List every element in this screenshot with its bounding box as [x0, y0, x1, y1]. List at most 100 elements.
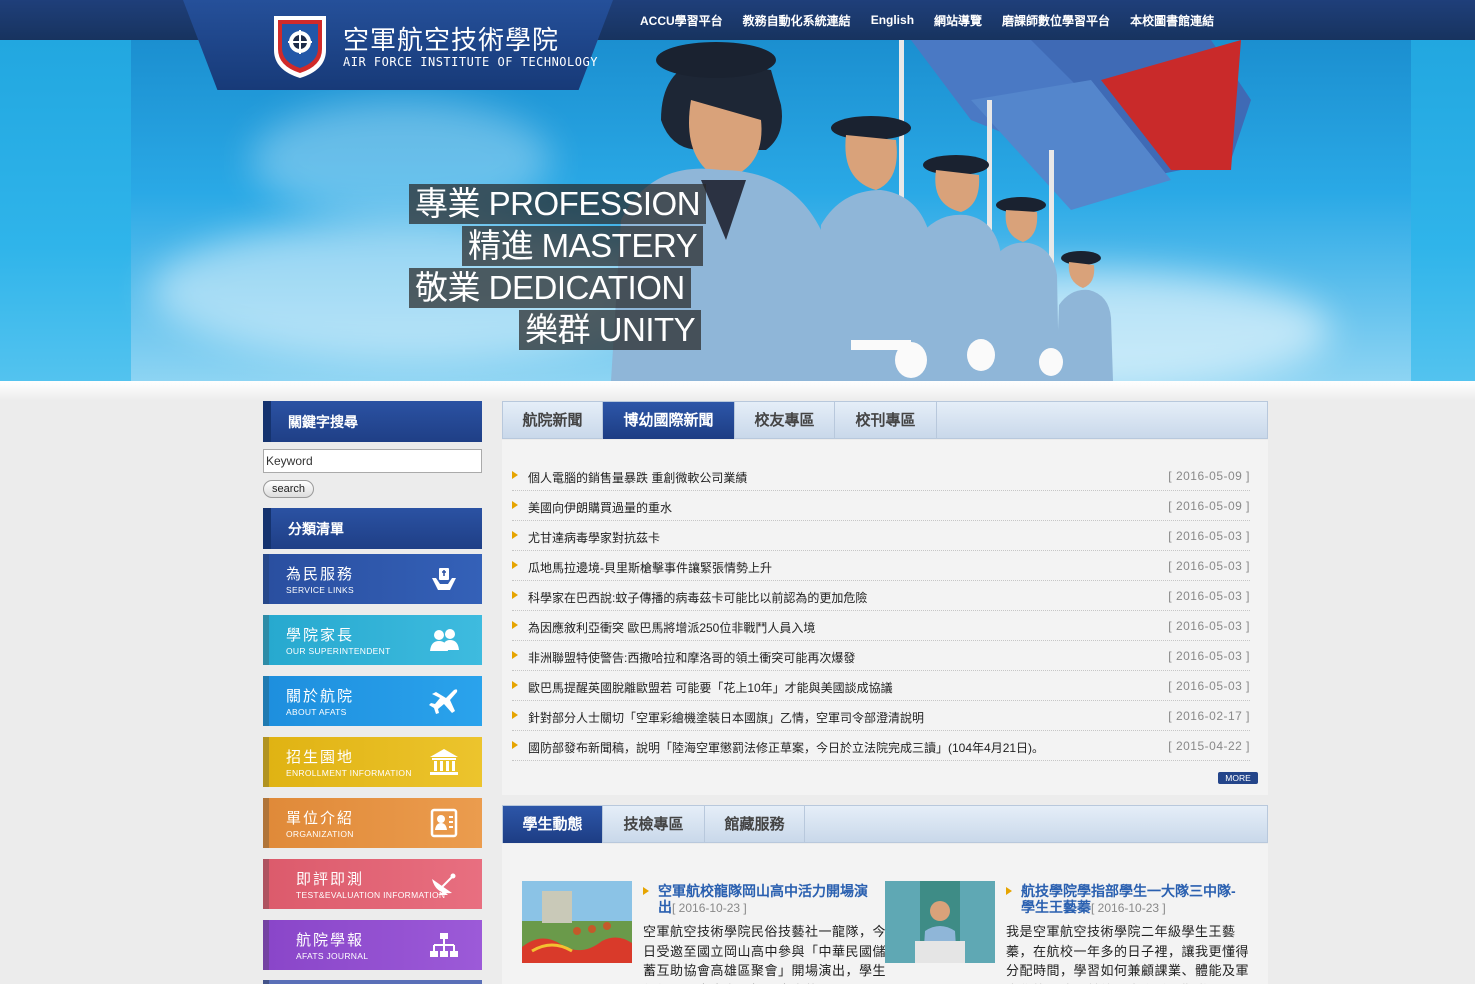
category-list-heading: 分類清單 [263, 508, 482, 549]
student-item-title[interactable]: 航技學院學指部學生一大隊三中隊-學生王藝蓁[ 2016-10-23 ] [1021, 883, 1236, 916]
news-item[interactable]: 國防部發布新聞稿，說明「陸海空軍懲罰法修正草案，今日於立法院完成三讀」(104年… [512, 731, 1250, 761]
category-label: 學院家長 [286, 627, 355, 644]
news-date: [ 2016-05-03 ] [1168, 619, 1250, 633]
category-afats-journal[interactable]: 航院學報 AFATS JOURNAL [263, 920, 482, 970]
slogan-profession: 專業 PROFESSION [409, 184, 707, 224]
satellite-dish-icon [432, 873, 456, 895]
news-item[interactable]: 為因應敘利亞衝突 歐巴馬將增派250位非戰鬥人員入境 [ 2016-05-03 ] [512, 611, 1250, 641]
news-item[interactable]: 美國向伊朗購買過量的重水 [ 2016-05-09 ] [512, 491, 1250, 521]
more-button[interactable]: MORE [1218, 772, 1258, 784]
news-item[interactable]: 科學家在巴西說:蚊子傳播的病毒茲卡可能比以前認為的更加危險 [ 2016-05-0… [512, 581, 1250, 611]
category-label: 關於航院 [286, 688, 355, 705]
news-title[interactable]: 尤甘達病毒學家對抗茲卡 [528, 529, 660, 546]
news-title[interactable]: 美國向伊朗購買過量的重水 [528, 499, 672, 516]
slogan-mastery: 精進 MASTERY [462, 226, 704, 266]
bullet-arrow-icon [512, 711, 518, 719]
news-item[interactable]: 非洲聯盟特使警告:西撒哈拉和摩洛哥的領土衝突可能再次爆發 [ 2016-05-03… [512, 641, 1250, 671]
airplane-icon [429, 689, 458, 714]
category-service-links[interactable]: 為民服務 SERVICE LINKS [263, 554, 482, 604]
bullet-arrow-icon [512, 621, 518, 629]
news-item[interactable]: 歐巴馬提醒英國脫離歐盟若 可能要「花上10年」才能與美國談成協議 [ 2016-0… [512, 671, 1250, 701]
tab-skill-test[interactable]: 技檢專區 [603, 806, 705, 843]
news-date: [ 2016-05-09 ] [1168, 469, 1250, 483]
category-superintendent[interactable]: 學院家長 OUR SUPERINTENDENT [263, 615, 482, 665]
keyword-input[interactable] [263, 449, 482, 473]
student-item-date: [ 2016-10-23 ] [1091, 901, 1166, 915]
category-organization[interactable]: 單位介紹 ORGANIZATION [263, 798, 482, 848]
news-date: [ 2016-05-03 ] [1168, 529, 1250, 543]
air-force-emblem-icon[interactable] [270, 12, 330, 80]
news-date: [ 2015-04-22 ] [1168, 739, 1250, 753]
bullet-arrow-icon [512, 591, 518, 599]
news-date: [ 2016-05-03 ] [1168, 559, 1250, 573]
bullet-arrow-icon [512, 471, 518, 479]
banner-divider [0, 381, 1475, 401]
category-label: 單位介紹 [286, 810, 355, 827]
slogan-unity: 樂群 UNITY [519, 310, 702, 350]
category-sublabel: AFATS JOURNAL [296, 951, 369, 961]
dragon-dance-photo[interactable] [522, 881, 632, 963]
nav-sitemap-link[interactable]: 網站導覽 [934, 12, 982, 29]
category-test-evaluation[interactable]: 即評即測 TEST&EVALUATION INFORMATION [263, 859, 482, 909]
category-sublabel: SERVICE LINKS [286, 585, 354, 595]
nav-accu-link[interactable]: ACCU學習平台 [640, 12, 723, 29]
news-title[interactable]: 為因應敘利亞衝突 歐巴馬將增派250位非戰鬥人員入境 [528, 619, 815, 636]
tab-collection-service[interactable]: 館藏服務 [705, 806, 805, 843]
nav-mooc-link[interactable]: 磨課師數位學習平台 [1002, 12, 1110, 29]
slogan-dedication: 敬業 DEDICATION [409, 268, 691, 308]
tab-alumni[interactable]: 校友專區 [735, 402, 835, 439]
student-item-body: 空軍航空技術學院民俗技藝社一龍隊，今日受邀至國立岡山高中參與「中華民國儲蓄互助協… [643, 924, 887, 984]
news-item[interactable]: 個人電腦的銷售量暴跌 重創微軟公司業績 [ 2016-05-09 ] [512, 461, 1250, 491]
news-list: 個人電腦的銷售量暴跌 重創微軟公司業績 [ 2016-05-09 ] 美國向伊朗購… [502, 440, 1268, 795]
news-title[interactable]: 科學家在巴西說:蚊子傳播的病毒茲卡可能比以前認為的更加危險 [528, 589, 867, 606]
bullet-arrow-icon [512, 681, 518, 689]
contact-book-icon [430, 808, 458, 838]
category-label: 為民服務 [286, 566, 355, 583]
category-label: 招生園地 [286, 749, 355, 766]
news-tabs: 航院新聞 博幼國際新聞 校友專區 校刊專區 [502, 401, 1268, 439]
student-item-title[interactable]: 空軍航校龍隊岡山高中活力開場演出[ 2016-10-23 ] [658, 883, 873, 916]
news-date: [ 2016-05-03 ] [1168, 589, 1250, 603]
tab-international-news[interactable]: 博幼國際新聞 [603, 402, 735, 439]
student-tabs: 學生動態 技檢專區 館藏服務 [502, 805, 1268, 843]
student-portrait-photo[interactable] [885, 881, 995, 963]
tab-student-activities[interactable]: 學生動態 [503, 806, 603, 843]
news-item[interactable]: 尤甘達病毒學家對抗茲卡 [ 2016-05-03 ] [512, 521, 1250, 551]
nav-english-link[interactable]: English [871, 13, 914, 27]
nav-academic-system-link[interactable]: 教務自動化系統連結 [743, 12, 851, 29]
news-date: [ 2016-05-03 ] [1168, 649, 1250, 663]
site-title[interactable]: 空軍航空技術學院 [343, 20, 559, 57]
news-item[interactable]: 針對部分人士關切「空軍彩繪機塗裝日本國旗」乙情，空軍司令部澄清說明 [ 2016-… [512, 701, 1250, 731]
news-date: [ 2016-05-09 ] [1168, 499, 1250, 513]
bullet-arrow-icon [512, 651, 518, 659]
news-item[interactable]: 瓜地馬拉邊境-貝里斯槍擊事件讓緊張情勢上升 [ 2016-05-03 ] [512, 551, 1250, 581]
bullet-arrow-icon [643, 887, 649, 895]
search-button[interactable]: search [263, 480, 314, 498]
category-sublabel: TEST&EVALUATION INFORMATION [296, 890, 446, 900]
category-about-afats[interactable]: 關於航院 ABOUT AFATS [263, 676, 482, 726]
news-title[interactable]: 針對部分人士關切「空軍彩繪機塗裝日本國旗」乙情，空軍司令部澄清說明 [528, 709, 924, 726]
category-next [263, 980, 482, 984]
category-enrollment[interactable]: 招生園地 ENROLLMENT INFORMATION [263, 737, 482, 787]
nav-library-link[interactable]: 本校圖書館連結 [1130, 12, 1214, 29]
top-nav: ACCU學習平台 教務自動化系統連結 English 網站導覽 磨課師數位學習平… [640, 0, 1234, 40]
news-title[interactable]: 個人電腦的銷售量暴跌 重創微軟公司業績 [528, 469, 747, 486]
student-item-date: [ 2016-10-23 ] [672, 901, 747, 915]
news-date: [ 2016-02-17 ] [1168, 709, 1250, 723]
bullet-arrow-icon [512, 501, 518, 509]
category-label: 航院學報 [296, 932, 365, 949]
tab-school-journal[interactable]: 校刊專區 [835, 402, 937, 439]
category-sublabel: OUR SUPERINTENDENT [286, 646, 391, 656]
bullet-arrow-icon [512, 741, 518, 749]
hero-image [131, 40, 1411, 381]
tab-academy-news[interactable]: 航院新聞 [503, 402, 603, 439]
news-title[interactable]: 瓜地馬拉邊境-貝里斯槍擊事件讓緊張情勢上升 [528, 559, 772, 576]
hero-banner: 專業 PROFESSION 精進 MASTERY 敬業 DEDICATION 樂… [0, 40, 1475, 381]
bullet-arrow-icon [512, 561, 518, 569]
news-title[interactable]: 非洲聯盟特使警告:西撒哈拉和摩洛哥的領土衝突可能再次爆發 [528, 649, 855, 666]
news-date: [ 2016-05-03 ] [1168, 679, 1250, 693]
building-icon [430, 749, 458, 775]
category-sublabel: ENROLLMENT INFORMATION [286, 768, 412, 778]
news-title[interactable]: 國防部發布新聞稿，說明「陸海空軍懲罰法修正草案，今日於立法院完成三讀」(104年… [528, 739, 1044, 756]
news-title[interactable]: 歐巴馬提醒英國脫離歐盟若 可能要「花上10年」才能與美國談成協議 [528, 679, 893, 696]
